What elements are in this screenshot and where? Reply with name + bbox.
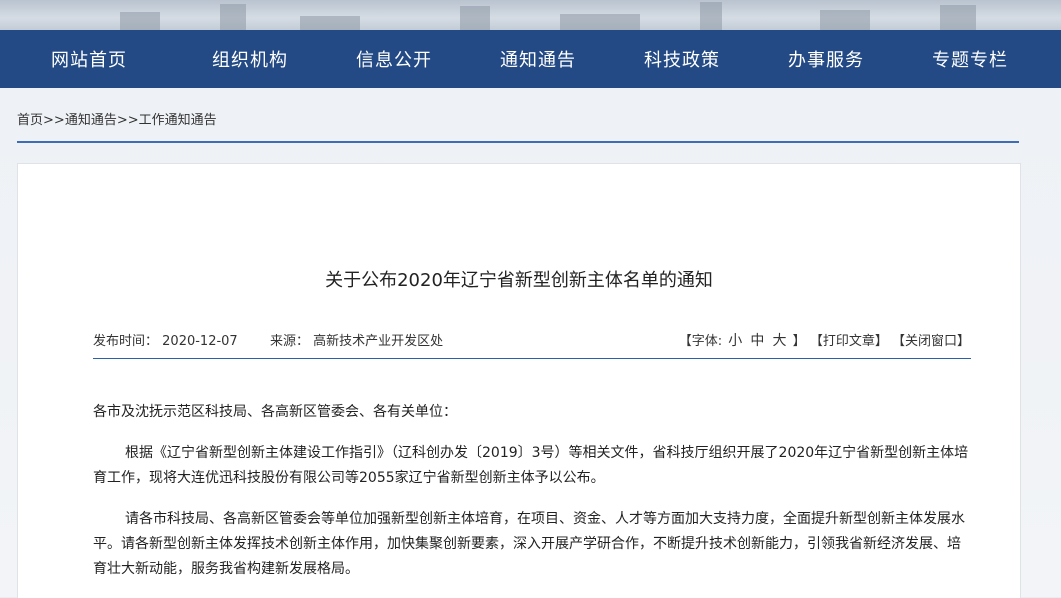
nav-item-home[interactable]: 网站首页 bbox=[0, 46, 178, 72]
meta-divider bbox=[93, 358, 971, 359]
publish-label: 发布时间： bbox=[93, 334, 159, 349]
source-label: 来源： bbox=[270, 334, 310, 349]
nav-item-services[interactable]: 办事服务 bbox=[754, 46, 898, 72]
print-article-button[interactable]: 【打印文章】 bbox=[810, 334, 888, 349]
article-tools: 【字体: 小 中 大 】 【打印文章】 【关闭窗口】 bbox=[679, 330, 970, 350]
font-small-button[interactable]: 小 bbox=[728, 333, 742, 349]
nav-item-notices[interactable]: 通知通告 bbox=[466, 46, 610, 72]
font-size-label: 【字体: bbox=[678, 334, 723, 349]
header-banner bbox=[0, 0, 1061, 30]
article-salutation: 各市及沈抚示范区科技局、各高新区管委会、各有关单位： bbox=[93, 404, 457, 420]
nav-item-special-topics[interactable]: 专题专栏 bbox=[898, 46, 1042, 72]
font-size-close-bracket: 】 bbox=[792, 334, 806, 349]
nav-item-tech-policy[interactable]: 科技政策 bbox=[610, 46, 754, 72]
source-value: 高新技术产业开发区处 bbox=[313, 334, 444, 349]
close-window-button[interactable]: 【关闭窗口】 bbox=[892, 334, 970, 349]
breadcrumb-divider bbox=[17, 141, 1019, 143]
publish-date: 2020-12-07 bbox=[162, 334, 238, 349]
nav-item-info-disclosure[interactable]: 信息公开 bbox=[322, 46, 466, 72]
article-paragraph: 请各市科技局、各高新区管委会等单位加强新型创新主体培育，在项目、资金、人才等方面… bbox=[93, 511, 965, 577]
breadcrumb-notices[interactable]: 通知通告 bbox=[65, 113, 117, 128]
font-large-button[interactable]: 大 bbox=[773, 333, 787, 349]
article-body: 各市及沈抚示范区科技局、各高新区管委会、各有关单位： 根据《辽宁省新型创新主体建… bbox=[93, 400, 973, 598]
article-meta: 发布时间： 2020-12-07 来源： 高新技术产业开发区处 bbox=[93, 330, 443, 349]
nav-item-organization[interactable]: 组织机构 bbox=[178, 46, 322, 72]
breadcrumb-separator: >> bbox=[43, 113, 65, 128]
article-paragraph: 根据《辽宁省新型创新主体建设工作指引》（辽科创办发〔2019〕3号）等相关文件，… bbox=[93, 445, 969, 486]
breadcrumb-home[interactable]: 首页 bbox=[17, 113, 43, 128]
main-nav: 网站首页 组织机构 信息公开 通知通告 科技政策 办事服务 专题专栏 bbox=[0, 30, 1061, 88]
article-panel: 关于公布2020年辽宁省新型创新主体名单的通知 发布时间： 2020-12-07… bbox=[17, 163, 1021, 598]
breadcrumb-work-notices[interactable]: 工作通知通告 bbox=[139, 113, 217, 128]
breadcrumb: 首页>>通知通告>>工作通知通告 bbox=[17, 109, 217, 128]
font-medium-button[interactable]: 中 bbox=[750, 333, 764, 349]
article-title: 关于公布2020年辽宁省新型创新主体名单的通知 bbox=[325, 270, 713, 291]
breadcrumb-separator: >> bbox=[116, 113, 139, 128]
